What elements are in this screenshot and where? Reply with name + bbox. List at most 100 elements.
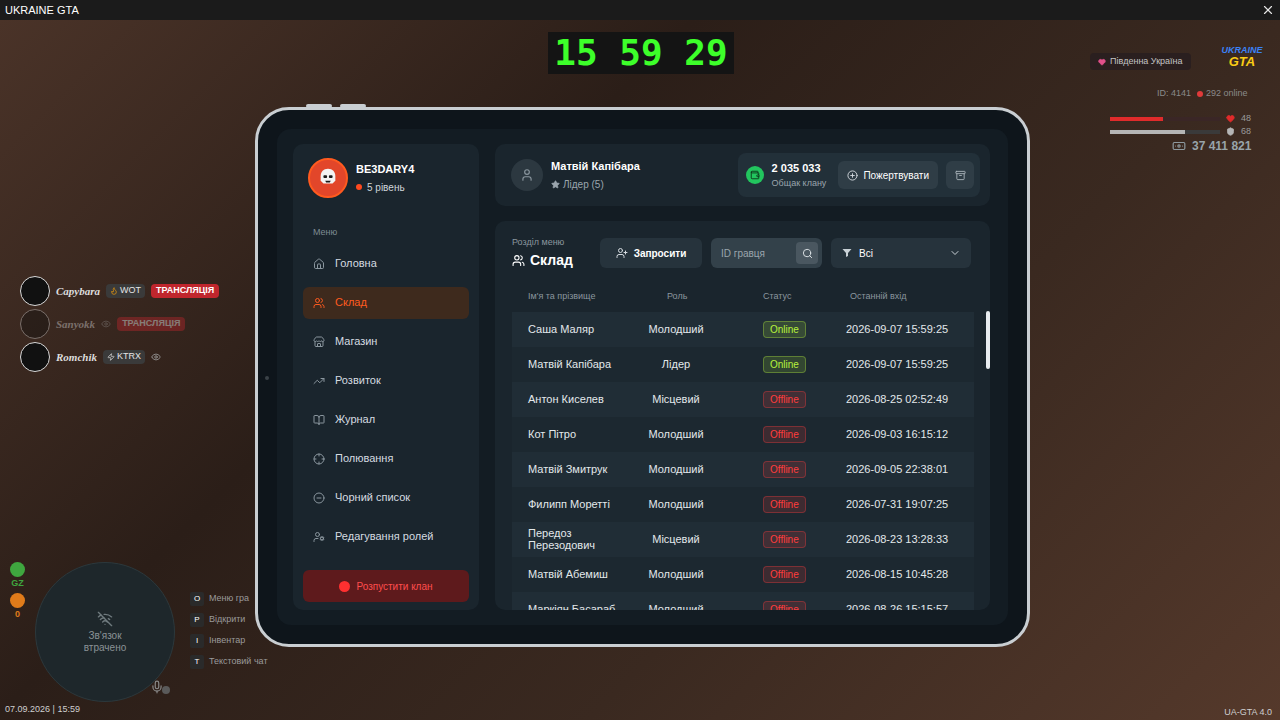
storage-button[interactable] bbox=[946, 161, 974, 189]
player-row: RomchikKTRX bbox=[20, 342, 219, 372]
sidebar: BE3DARY45 рівень Меню Головна Склад Магазин Р… bbox=[293, 144, 479, 610]
armor-bar: 68 bbox=[1110, 125, 1251, 139]
key: T bbox=[190, 655, 204, 669]
player-avatar bbox=[20, 309, 50, 339]
user-plus-icon bbox=[616, 247, 628, 259]
table-row[interactable]: Филипп МореттіМолодшийOffline2026-07-31 … bbox=[512, 487, 974, 522]
table-body: Саша МалярМолодшийOnline2026-09-07 15:59… bbox=[512, 312, 974, 611]
profile: BE3DARY45 рівень bbox=[303, 158, 469, 198]
region-icon bbox=[1098, 58, 1106, 66]
status-badge: Online bbox=[763, 356, 806, 373]
menu-item[interactable]: Журнал bbox=[303, 404, 469, 436]
star-icon bbox=[551, 180, 560, 189]
key-hint: TТекстовий чат bbox=[190, 655, 268, 669]
menu-item[interactable]: Полювання bbox=[303, 443, 469, 475]
table-row[interactable]: Матвій АбемишМолодшийOffline2026-08-15 1… bbox=[512, 557, 974, 592]
status-badge: Offline bbox=[763, 496, 806, 513]
main: Матвій КапібараЛідер (5)2 035 033Общак к… bbox=[495, 144, 990, 610]
table-row[interactable]: Передоз ПерезодовичМісцевийOffline2026-0… bbox=[512, 522, 974, 557]
menu-item[interactable]: Головна bbox=[303, 248, 469, 280]
armor-icon bbox=[1226, 127, 1235, 136]
toolbar: Розділ менюСкладЗапроситиID гравцяВсі bbox=[512, 236, 974, 271]
bank: 2 035 033Общак клануПожертвувати bbox=[738, 153, 980, 197]
close-icon[interactable] bbox=[1261, 3, 1275, 17]
player-name: Romchik bbox=[56, 349, 97, 366]
menu-icon bbox=[313, 492, 325, 504]
region-badge: Південна Україна bbox=[1090, 53, 1191, 70]
search-button[interactable] bbox=[796, 242, 818, 264]
status-badge: Offline bbox=[763, 601, 806, 611]
status-badge: Offline bbox=[763, 461, 806, 478]
menu-icon bbox=[313, 531, 325, 543]
helmet-icon bbox=[317, 167, 339, 189]
invite-button[interactable]: Запросити bbox=[600, 238, 702, 268]
menu-item[interactable]: Чорний список bbox=[303, 482, 469, 514]
search-icon bbox=[802, 248, 813, 259]
profile-avatar bbox=[308, 158, 348, 198]
filter-icon bbox=[841, 247, 853, 259]
server-info: ID: 4141292 online bbox=[1157, 87, 1248, 101]
disband-icon bbox=[339, 581, 350, 592]
menu-item[interactable]: Розвиток bbox=[303, 365, 469, 397]
live-badge: ТРАНСЛЯЦІЯ bbox=[151, 284, 219, 298]
player-name: Capybara bbox=[56, 283, 100, 300]
plus-icon bbox=[847, 170, 858, 181]
indicators: GZ0 bbox=[10, 562, 25, 621]
player-name: Sanyokk bbox=[56, 316, 95, 333]
datetime: 07.09.2026 | 15:59 bbox=[5, 703, 80, 717]
camera bbox=[265, 376, 269, 380]
column-header: Останній вхід bbox=[840, 290, 974, 304]
menu-item[interactable]: Склад bbox=[303, 287, 469, 319]
key: O bbox=[190, 592, 204, 606]
version: UA-GTA 4.0 bbox=[1224, 706, 1272, 720]
indicator: GZ bbox=[10, 562, 25, 591]
table-card: Розділ менюСкладЗапроситиID гравцяВсіІм'… bbox=[495, 221, 990, 610]
user-icon bbox=[520, 168, 534, 182]
filter-dropdown[interactable]: Всі bbox=[831, 238, 971, 268]
status-badge: Offline bbox=[763, 426, 806, 443]
menu-icon bbox=[313, 453, 325, 465]
status-badge: Online bbox=[763, 321, 806, 338]
donate-button[interactable]: Пожертвувати bbox=[838, 161, 938, 189]
column-header: Статус bbox=[710, 290, 840, 304]
menu-item[interactable]: Магазин bbox=[303, 326, 469, 358]
window-title: UKRAINE GTA bbox=[5, 2, 79, 19]
column-header: Ім'я та прізвище bbox=[512, 290, 642, 304]
player-avatar bbox=[20, 276, 50, 306]
indicator: 0 bbox=[10, 593, 25, 622]
money: 37 411 821 bbox=[1172, 137, 1251, 155]
menu-icon bbox=[313, 375, 325, 387]
screen: UKRAINE GTA15 59 29Південна УкраїнаUKRAI… bbox=[0, 0, 1280, 720]
table-row[interactable]: Кот ПітроМолодшийOffline2026-09-03 16:15… bbox=[512, 417, 974, 452]
table-row[interactable]: Маркіян БасарабМолодшийOffline2026-08-26… bbox=[512, 592, 974, 611]
key-hint: IІнвентар bbox=[190, 634, 268, 648]
leader-avatar bbox=[511, 159, 543, 191]
column-header: Роль bbox=[642, 290, 710, 304]
menu-label: Меню bbox=[303, 226, 469, 240]
no-signal-icon bbox=[97, 611, 113, 627]
level-dot bbox=[356, 184, 362, 190]
menu-icon bbox=[313, 258, 325, 270]
minimap: Зв'язок втрачено bbox=[35, 562, 175, 702]
disband-button[interactable]: Розпустити клан bbox=[303, 570, 469, 602]
status-badge: Offline bbox=[763, 391, 806, 408]
voice bbox=[150, 680, 170, 694]
menu-icon bbox=[313, 297, 325, 309]
bolt-icon bbox=[107, 353, 115, 361]
table-row[interactable]: Матвій КапібараЛідерOnline2026-09-07 15:… bbox=[512, 347, 974, 382]
money-icon bbox=[1172, 139, 1186, 153]
table-row[interactable]: Саша МалярМолодшийOnline2026-09-07 15:59… bbox=[512, 312, 974, 347]
health-icon bbox=[1226, 114, 1235, 123]
header-card: Матвій КапібараЛідер (5)2 035 033Общак к… bbox=[495, 144, 990, 206]
chevron-down-icon bbox=[949, 247, 961, 259]
player-row: SanyokkТРАНСЛЯЦІЯ bbox=[20, 309, 219, 339]
menu-item[interactable]: Редагування ролей bbox=[303, 521, 469, 553]
health-bar: 48 bbox=[1110, 112, 1251, 126]
eye-icon bbox=[101, 319, 111, 329]
scrollbar[interactable] bbox=[986, 311, 990, 369]
table-row[interactable]: Антон КиселевМісцевийOffline2026-08-25 0… bbox=[512, 382, 974, 417]
search-field[interactable]: ID гравця bbox=[711, 238, 822, 268]
player-row: CapybaraWOTТРАНСЛЯЦІЯ bbox=[20, 276, 219, 306]
table-row[interactable]: Матвій ЗмитрукМолодшийOffline2026-09-05 … bbox=[512, 452, 974, 487]
clock: 15 59 29 bbox=[548, 32, 734, 74]
